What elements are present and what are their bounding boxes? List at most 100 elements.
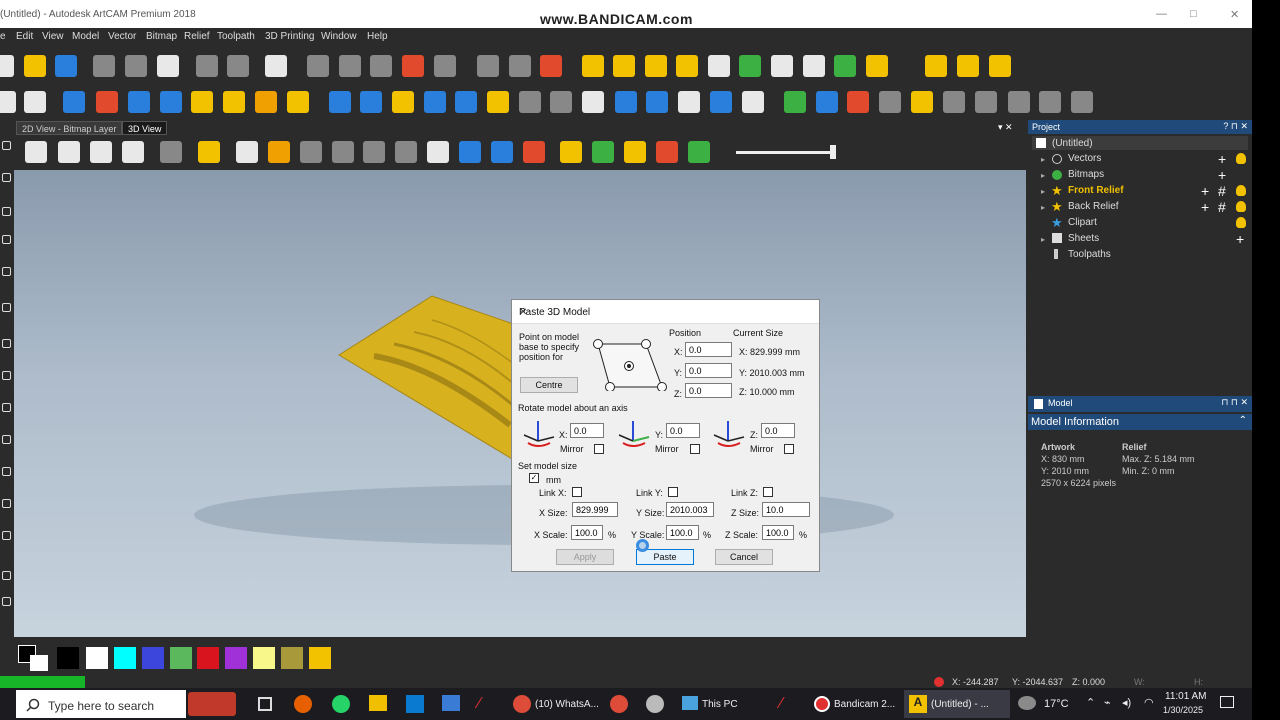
link-y-checkbox[interactable]: [668, 487, 678, 497]
axis-icon[interactable]: [268, 141, 290, 163]
rainbow-icon[interactable]: [688, 141, 710, 163]
tab-menu-chevron-icon[interactable]: ▾ ✕: [998, 122, 1013, 133]
palette-swatch[interactable]: [57, 647, 79, 669]
vector-tool-icon[interactable]: [2, 173, 11, 182]
z-scale-input[interactable]: [762, 525, 794, 540]
spline-icon[interactable]: [989, 55, 1011, 77]
palette-swatch[interactable]: [142, 647, 164, 669]
view-slider-handle[interactable]: [830, 145, 836, 159]
curve-icon[interactable]: [676, 55, 698, 77]
expand-icon[interactable]: ▸: [1041, 203, 1045, 212]
wireframe-icon[interactable]: [395, 141, 417, 163]
cut-icon[interactable]: [93, 55, 115, 77]
app-2-icon[interactable]: [646, 695, 664, 713]
rectangle-icon[interactable]: [2, 403, 11, 412]
menu-model[interactable]: Model: [72, 31, 99, 42]
y-scale-input[interactable]: [666, 525, 699, 540]
clipart-visibility-icon[interactable]: [1236, 217, 1246, 228]
color-map-icon[interactable]: [656, 141, 678, 163]
relief-wizard-icon[interactable]: [24, 91, 46, 113]
frame-icon[interactable]: [803, 55, 825, 77]
spin-icon[interactable]: [459, 141, 481, 163]
rotate-y-input[interactable]: [666, 423, 700, 438]
tree-item-front-relief[interactable]: Front Relief: [1068, 185, 1124, 196]
material-icon[interactable]: [236, 141, 258, 163]
pdf-icon[interactable]: ⁄: [478, 695, 496, 713]
app-icon[interactable]: [442, 695, 460, 711]
bend-icon[interactable]: [1008, 91, 1030, 113]
stamp-icon[interactable]: [223, 91, 245, 113]
star-icon[interactable]: [708, 55, 730, 77]
menu-file[interactable]: e: [0, 31, 6, 42]
angle-icon[interactable]: [550, 91, 572, 113]
project-panel-controls[interactable]: ? ⊓ ✕: [1223, 121, 1248, 132]
smooth-icon[interactable]: [255, 91, 277, 113]
vector-shape-icon[interactable]: [866, 55, 888, 77]
eraser-icon[interactable]: [477, 55, 499, 77]
iso-view-icon[interactable]: [25, 141, 47, 163]
magnet-icon[interactable]: [402, 55, 424, 77]
menu-window[interactable]: Window: [321, 31, 357, 42]
weld-icon[interactable]: [771, 55, 793, 77]
centre-button[interactable]: Centre: [520, 377, 578, 393]
zero-relief-icon[interactable]: [710, 91, 732, 113]
taskbar-app-whatsapp[interactable]: (10) WhatsA...: [535, 692, 599, 716]
firefox-icon[interactable]: [294, 695, 312, 713]
front-view-icon[interactable]: [58, 141, 80, 163]
shaded-icon[interactable]: [363, 141, 385, 163]
chrome-2-icon[interactable]: [610, 695, 628, 713]
stop-icon[interactable]: [934, 677, 944, 687]
fillet-icon[interactable]: [879, 91, 901, 113]
bandicam-icon[interactable]: [814, 696, 830, 712]
measure-icon[interactable]: [2, 371, 11, 380]
arc-tool-icon[interactable]: [2, 499, 11, 508]
merge-relief-icon[interactable]: [455, 91, 477, 113]
taskbar-search[interactable]: Type here to search: [16, 690, 186, 718]
flat-relief-icon[interactable]: [329, 91, 351, 113]
crop-icon[interactable]: [2, 235, 11, 244]
mirror-relief-icon[interactable]: [360, 91, 382, 113]
palette-swatch[interactable]: [86, 647, 108, 669]
fly-icon[interactable]: [300, 141, 322, 163]
whatsapp-icon[interactable]: [332, 695, 350, 713]
mirror-y-checkbox[interactable]: [690, 444, 700, 454]
shape-tool-icon[interactable]: [2, 207, 11, 216]
palette-swatch[interactable]: [309, 647, 331, 669]
wave-icon[interactable]: [957, 55, 979, 77]
pen-icon[interactable]: [2, 267, 11, 276]
model-panel-controls[interactable]: ⊓ ⊓ ✕: [1221, 397, 1248, 408]
pointer-icon[interactable]: [2, 141, 11, 150]
undo-icon[interactable]: [196, 55, 218, 77]
front-relief-grid-icon[interactable]: #: [1218, 184, 1226, 198]
add-sheet-icon[interactable]: +: [1236, 232, 1244, 246]
tab-2d-view[interactable]: 2D View - Bitmap Layer: [16, 121, 123, 135]
x-size-input[interactable]: [572, 502, 618, 517]
arrow-tool-icon[interactable]: [2, 339, 11, 348]
maximize-button[interactable]: □: [1190, 8, 1197, 20]
add-vector-icon[interactable]: +: [1218, 152, 1226, 166]
menu-3d-printing[interactable]: 3D Printing: [265, 31, 314, 42]
palette-swatch[interactable]: [170, 647, 192, 669]
cancel-button[interactable]: Cancel: [715, 549, 773, 565]
notes-icon[interactable]: [265, 55, 287, 77]
palette-swatch[interactable]: [197, 647, 219, 669]
menu-help[interactable]: Help: [367, 31, 388, 42]
weather-temp[interactable]: 17°C: [1044, 698, 1069, 710]
menu-relief[interactable]: Relief: [184, 31, 210, 42]
add-bitmap-icon[interactable]: +: [1218, 168, 1226, 182]
menu-view[interactable]: View: [42, 31, 64, 42]
scale-relief-icon[interactable]: [392, 91, 414, 113]
copy-icon[interactable]: [125, 55, 147, 77]
task-view-icon[interactable]: [258, 697, 272, 711]
nodes-icon[interactable]: [925, 55, 947, 77]
plane-view-icon[interactable]: [491, 141, 513, 163]
block-icon[interactable]: [332, 141, 354, 163]
relief-layer-icon[interactable]: [523, 141, 545, 163]
tree-item-untitled[interactable]: (Untitled): [1052, 138, 1093, 149]
toggle-view-icon[interactable]: [434, 55, 456, 77]
x-scale-input[interactable]: [571, 525, 603, 540]
gear-icon[interactable]: [847, 91, 869, 113]
clock-date[interactable]: 1/30/2025: [1163, 705, 1203, 715]
transform-icon[interactable]: [540, 55, 562, 77]
tree-item-vectors[interactable]: Vectors: [1068, 153, 1101, 164]
